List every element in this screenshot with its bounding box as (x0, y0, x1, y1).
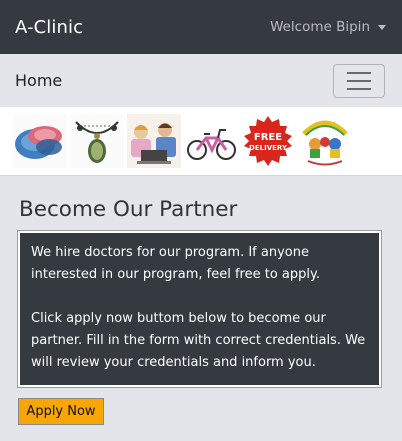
secondary-navbar: Home (0, 54, 402, 107)
apply-now-button[interactable]: Apply Now (18, 398, 104, 425)
info-paragraph-1: We hire doctors for our program. If anyo… (31, 245, 320, 282)
free-delivery-line1: FREE (254, 132, 282, 143)
home-link[interactable]: Home (15, 71, 62, 90)
brand-logo[interactable]: A-Clinic (15, 17, 83, 38)
user-menu-dropdown[interactable]: Welcome Bipin (270, 19, 386, 35)
image-banner-strip: FREE DELIVERY (0, 107, 402, 176)
page-title: Become Our Partner (19, 197, 238, 222)
top-navbar: A-Clinic Welcome Bipin (0, 0, 402, 54)
child-care-centre-logo[interactable] (298, 114, 352, 168)
necklace-image[interactable] (70, 114, 124, 168)
welcome-text: Welcome Bipin (270, 19, 370, 35)
hamburger-line (347, 87, 371, 90)
children-laptop-image[interactable] (127, 114, 181, 168)
info-paragraph-2: Click apply now buttom below to become o… (31, 311, 366, 370)
free-delivery-badge[interactable]: FREE DELIVERY (241, 114, 295, 168)
free-delivery-line2: DELIVERY (249, 144, 288, 152)
bicycle-image[interactable] (184, 114, 238, 168)
caret-down-icon (378, 24, 386, 30)
hamburger-line (347, 79, 371, 82)
hamburger-line (347, 71, 371, 74)
dishes-image[interactable] (13, 114, 67, 168)
partner-info-box: We hire doctors for our program. If anyo… (17, 230, 382, 388)
navbar-toggler-button[interactable] (333, 63, 385, 98)
